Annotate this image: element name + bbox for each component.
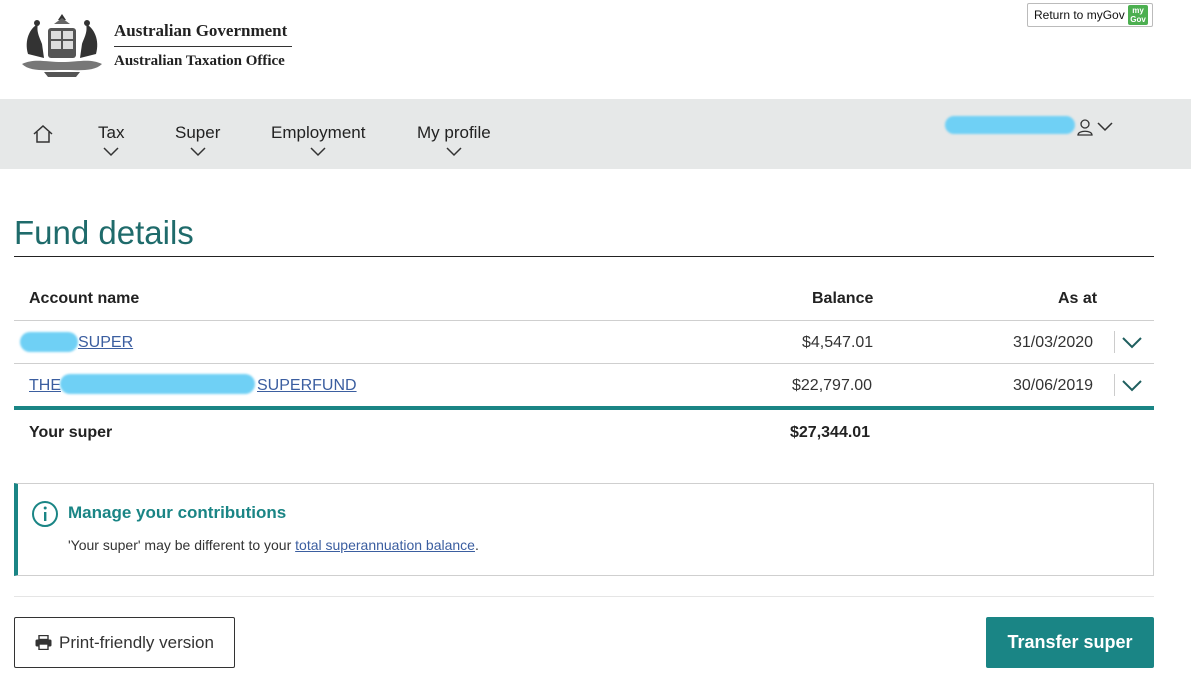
info-icon — [32, 501, 58, 527]
redacted-account-name — [20, 332, 78, 352]
expand-divider — [1114, 331, 1115, 353]
user-icon[interactable] — [1076, 118, 1094, 136]
transfer-super-button[interactable]: Transfer super — [986, 617, 1154, 668]
coat-of-arms-icon — [22, 14, 102, 77]
return-to-mygov-button[interactable]: Return to myGov my Gov — [1027, 3, 1153, 27]
column-header-account-name: Account name — [29, 290, 140, 307]
nav-item-label: Super — [175, 123, 221, 142]
account-link-end[interactable]: SUPERFUND — [257, 377, 357, 395]
chevron-down-icon — [190, 147, 206, 157]
total-divider — [14, 406, 1154, 410]
column-header-balance: Balance — [812, 290, 874, 307]
total-balance: $27,344.01 — [790, 424, 871, 441]
account-name-suffix[interactable]: SUPERFUND — [257, 377, 357, 394]
expand-divider — [1114, 374, 1115, 396]
balance-value: $4,547.01 — [802, 334, 874, 351]
nav-item-my-profile[interactable]: My profile — [417, 123, 491, 157]
mygov-logo-icon: my Gov — [1128, 5, 1148, 25]
print-friendly-label: Print-friendly version — [59, 632, 214, 652]
title-divider — [14, 256, 1154, 257]
redacted-user-name — [945, 116, 1075, 134]
info-panel: Manage your contributions 'Your super' m… — [14, 483, 1154, 576]
balance-value: $22,797.00 — [792, 377, 873, 394]
gov-name: Australian Government — [114, 21, 292, 47]
nav-item-super[interactable]: Super — [175, 123, 220, 157]
row-divider — [14, 320, 1154, 321]
as-at-date: 30/06/2019 — [1013, 377, 1094, 394]
return-to-mygov-label: Return to myGov — [1034, 8, 1125, 22]
info-title: Manage your contributions — [68, 503, 287, 522]
account-name-prefix[interactable]: THE — [29, 377, 61, 394]
nav-item-employment[interactable]: Employment — [271, 123, 365, 157]
total-label: Your super — [29, 424, 113, 441]
nav-item-tax[interactable]: Tax — [98, 123, 124, 157]
row-divider — [14, 363, 1154, 364]
redacted-account-name — [60, 374, 255, 394]
as-at-date: 31/03/2020 — [1013, 334, 1094, 351]
nav-item-label: Tax — [98, 123, 125, 142]
info-text: 'Your super' may be different to your to… — [68, 537, 479, 553]
account-name-suffix[interactable]: SUPER — [78, 334, 133, 351]
main-nav: Tax Super Employment My profile — [0, 99, 1191, 169]
account-link[interactable]: THE — [29, 377, 61, 395]
nav-item-label: Employment — [271, 123, 366, 142]
home-icon[interactable] — [32, 123, 54, 145]
ato-logo[interactable]: Australian Government Australian Taxatio… — [14, 10, 292, 80]
expand-chevron-icon[interactable] — [1122, 337, 1142, 349]
column-header-as-at: As at — [1058, 290, 1098, 307]
user-menu-chevron-icon[interactable] — [1097, 122, 1113, 132]
nav-item-label: My profile — [417, 123, 491, 142]
page-title: Fund details — [14, 214, 194, 251]
chevron-down-icon — [103, 147, 119, 157]
chevron-down-icon — [310, 147, 326, 157]
chevron-down-icon — [446, 147, 462, 157]
total-super-balance-link[interactable]: total superannuation balance — [295, 537, 475, 553]
print-friendly-button[interactable]: Print-friendly version — [14, 617, 235, 668]
printer-icon — [35, 635, 52, 650]
account-link[interactable]: SUPER — [78, 334, 133, 352]
agency-name: Australian Taxation Office — [114, 52, 285, 69]
section-divider — [14, 596, 1154, 597]
expand-chevron-icon[interactable] — [1122, 380, 1142, 392]
